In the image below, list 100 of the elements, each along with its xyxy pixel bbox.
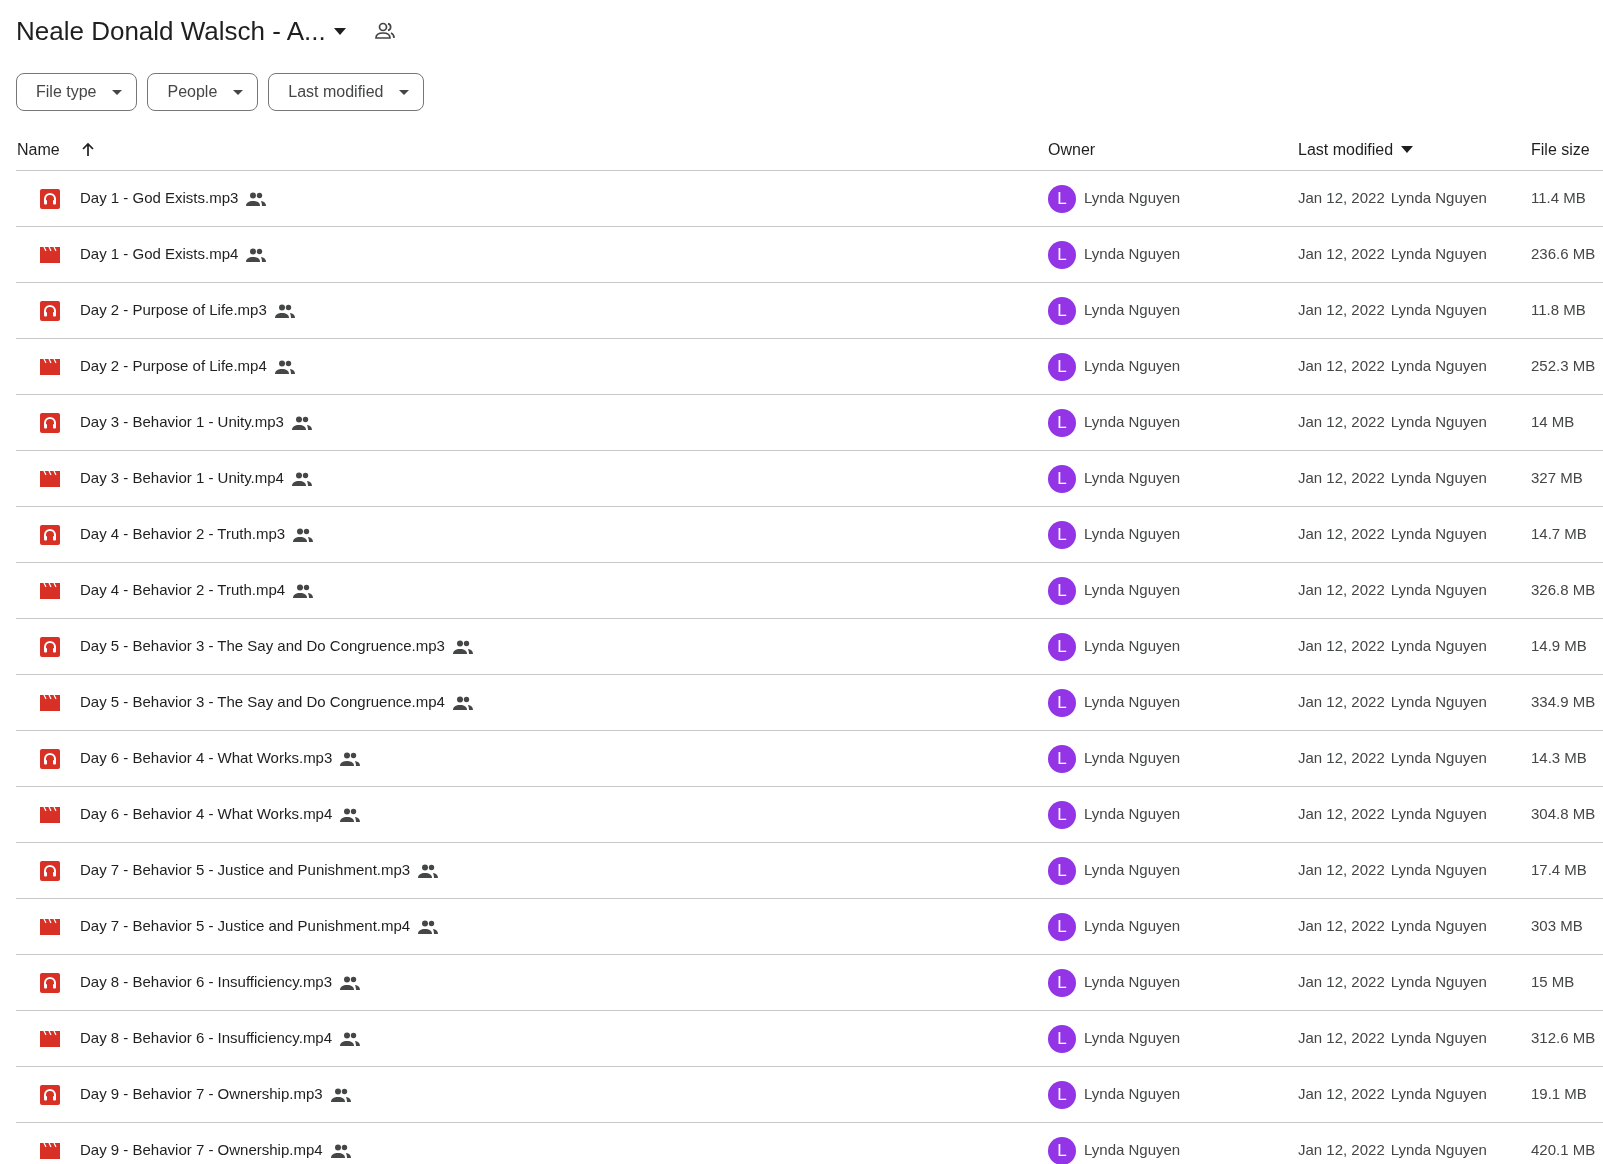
shared-people-icon xyxy=(274,303,295,318)
file-row[interactable]: Day 7 - Behavior 5 - Justice and Punishment.mp3 L Lynda Nguyen Jan 12, 2022 Lynda Nguyen 17.4 MB xyxy=(16,843,1603,899)
column-header[interactable]: File size xyxy=(1531,140,1590,158)
file-size: 252.3 MB xyxy=(1531,356,1596,377)
filter-chip[interactable]: Last modified xyxy=(268,73,425,111)
file-row[interactable]: Day 5 - Behavior 3 - The Say and Do Congruence.mp3 L Lynda Nguyen Jan 12, 2022 Lynda Nguyen 14.9 MB xyxy=(16,619,1603,675)
file-size: 14.3 MB xyxy=(1531,748,1587,769)
owner-name: Lynda Nguyen xyxy=(1084,692,1181,713)
modifier-name: Lynda Nguyen xyxy=(1390,860,1487,881)
shared-people-icon xyxy=(418,919,439,934)
modified-date: Jan 12, 2022 xyxy=(1298,244,1385,265)
modifier-name: Lynda Nguyen xyxy=(1390,1084,1487,1105)
file-name: Day 6 - Behavior 4 - What Works.mp4 xyxy=(80,804,333,825)
avatar: L xyxy=(1048,688,1076,717)
modified-date: Jan 12, 2022 xyxy=(1298,468,1385,489)
file-row[interactable]: Day 3 - Behavior 1 - Unity.mp3 L Lynda Nguyen Jan 12, 2022 Lynda Nguyen 14 MB xyxy=(16,395,1603,451)
avatar: L xyxy=(1048,464,1076,493)
avatar: L xyxy=(1048,1080,1076,1109)
shared-people-icon xyxy=(274,359,295,374)
file-row[interactable]: Day 9 - Behavior 7 - Ownership.mp4 L Lynda Nguyen Jan 12, 2022 Lynda Nguyen 420.1 MB xyxy=(16,1123,1603,1164)
file-row[interactable]: Day 5 - Behavior 3 - The Say and Do Congruence.mp4 L Lynda Nguyen Jan 12, 2022 Lynda Nguyen 334.9 MB xyxy=(16,675,1603,731)
modifier-name: Lynda Nguyen xyxy=(1390,300,1487,321)
shared-people-icon xyxy=(452,695,473,710)
shared-people-icon xyxy=(293,583,314,598)
file-row[interactable]: Day 4 - Behavior 2 - Truth.mp4 L Lynda Nguyen Jan 12, 2022 Lynda Nguyen 326.8 MB xyxy=(16,563,1603,619)
owner-name: Lynda Nguyen xyxy=(1084,580,1181,601)
shared-people-icon xyxy=(293,527,314,542)
avatar: L xyxy=(1048,1024,1076,1053)
modifier-name: Lynda Nguyen xyxy=(1390,692,1487,713)
filter-chip[interactable]: People xyxy=(147,73,259,111)
file-name: Day 8 - Behavior 6 - Insufficiency.mp3 xyxy=(80,972,333,993)
owner-name: Lynda Nguyen xyxy=(1084,188,1181,209)
column-header[interactable]: Last modified xyxy=(1298,137,1394,162)
shared-people-icon xyxy=(291,471,312,486)
modified-date: Jan 12, 2022 xyxy=(1298,692,1385,713)
modifier-name: Lynda Nguyen xyxy=(1390,804,1487,825)
file-row[interactable]: Day 2 - Purpose of Life.mp4 L Lynda Nguyen Jan 12, 2022 Lynda Nguyen 252.3 MB xyxy=(16,339,1603,395)
file-size: 326.8 MB xyxy=(1531,580,1596,601)
file-row[interactable]: Day 6 - Behavior 4 - What Works.mp4 L Lynda Nguyen Jan 12, 2022 Lynda Nguyen 304.8 MB xyxy=(16,787,1603,843)
folder-title-button[interactable]: Neale Donald Walsch - A... xyxy=(16,11,346,51)
shared-people-icon xyxy=(330,1087,351,1102)
owner-name: Lynda Nguyen xyxy=(1084,356,1181,377)
shared-people-icon xyxy=(340,975,361,990)
headphones-file-icon xyxy=(40,300,60,321)
file-name: Day 8 - Behavior 6 - Insufficiency.mp4 xyxy=(80,1028,333,1049)
file-name: Day 3 - Behavior 1 - Unity.mp4 xyxy=(80,468,284,489)
clapperboard-file-icon xyxy=(40,918,60,935)
file-row[interactable]: Day 2 - Purpose of Life.mp3 L Lynda Nguyen Jan 12, 2022 Lynda Nguyen 11.8 MB xyxy=(16,283,1603,339)
owner-name: Lynda Nguyen xyxy=(1084,244,1181,265)
modified-date: Jan 12, 2022 xyxy=(1298,1140,1385,1161)
file-size: 14.7 MB xyxy=(1531,524,1587,545)
avatar: L xyxy=(1048,744,1076,773)
file-row[interactable]: Day 8 - Behavior 6 - Insufficiency.mp3 L Lynda Nguyen Jan 12, 2022 Lynda Nguyen 15 MB xyxy=(16,955,1603,1011)
clapperboard-file-icon xyxy=(40,1030,60,1047)
modified-date: Jan 12, 2022 xyxy=(1298,636,1385,657)
file-size: 19.1 MB xyxy=(1531,1084,1587,1105)
modified-date: Jan 12, 2022 xyxy=(1298,972,1385,993)
headphones-file-icon xyxy=(40,860,60,881)
file-row[interactable]: Day 4 - Behavior 2 - Truth.mp3 L Lynda Nguyen Jan 12, 2022 Lynda Nguyen 14.7 MB xyxy=(16,507,1603,563)
modifier-name: Lynda Nguyen xyxy=(1390,636,1487,657)
headphones-file-icon xyxy=(40,524,60,545)
sort-down-caret-icon[interactable] xyxy=(1401,146,1414,153)
clapperboard-file-icon xyxy=(40,358,60,375)
file-row[interactable]: Day 7 - Behavior 5 - Justice and Punishment.mp4 L Lynda Nguyen Jan 12, 2022 Lynda Nguyen 303 MB xyxy=(16,899,1603,955)
file-row[interactable]: Day 1 - God Exists.mp4 L Lynda Nguyen Jan 12, 2022 Lynda Nguyen 236.6 MB xyxy=(16,227,1603,283)
headphones-file-icon xyxy=(40,748,60,769)
headphones-file-icon xyxy=(40,188,60,209)
file-name: Day 1 - God Exists.mp4 xyxy=(80,244,239,265)
column-header[interactable]: Owner xyxy=(1048,140,1096,158)
filter-chip[interactable]: File type xyxy=(16,73,138,111)
file-name: Day 5 - Behavior 3 - The Say and Do Congruence.mp3 xyxy=(80,636,445,657)
shared-people-icon[interactable] xyxy=(373,21,396,41)
file-row[interactable]: Day 1 - God Exists.mp3 L Lynda Nguyen Jan 12, 2022 Lynda Nguyen 11.4 MB xyxy=(16,171,1603,227)
file-row[interactable]: Day 9 - Behavior 7 - Ownership.mp3 L Lynda Nguyen Jan 12, 2022 Lynda Nguyen 19.1 MB xyxy=(16,1067,1603,1123)
owner-name: Lynda Nguyen xyxy=(1084,412,1181,433)
avatar: L xyxy=(1048,856,1076,885)
caret-down-icon xyxy=(399,89,410,95)
file-size: 17.4 MB xyxy=(1531,860,1587,881)
modifier-name: Lynda Nguyen xyxy=(1390,972,1487,993)
headphones-file-icon xyxy=(40,972,60,993)
owner-name: Lynda Nguyen xyxy=(1084,636,1181,657)
avatar: L xyxy=(1048,408,1076,437)
headphones-file-icon xyxy=(40,412,60,433)
modified-date: Jan 12, 2022 xyxy=(1298,1084,1385,1105)
avatar: L xyxy=(1048,352,1076,381)
file-size: 14.9 MB xyxy=(1531,636,1587,657)
file-size: 236.6 MB xyxy=(1531,244,1596,265)
column-header[interactable]: Name xyxy=(17,137,60,162)
clapperboard-file-icon xyxy=(40,582,60,599)
file-row[interactable]: Day 8 - Behavior 6 - Insufficiency.mp4 L Lynda Nguyen Jan 12, 2022 Lynda Nguyen 312.6 MB xyxy=(16,1011,1603,1067)
clapperboard-file-icon xyxy=(40,694,60,711)
file-row[interactable]: Day 3 - Behavior 1 - Unity.mp4 L Lynda Nguyen Jan 12, 2022 Lynda Nguyen 327 MB xyxy=(16,451,1603,507)
owner-name: Lynda Nguyen xyxy=(1084,860,1181,881)
owner-name: Lynda Nguyen xyxy=(1084,804,1181,825)
file-size: 303 MB xyxy=(1531,916,1583,937)
file-size: 312.6 MB xyxy=(1531,1028,1596,1049)
file-row[interactable]: Day 6 - Behavior 4 - What Works.mp3 L Lynda Nguyen Jan 12, 2022 Lynda Nguyen 14.3 MB xyxy=(16,731,1603,787)
shared-people-icon xyxy=(340,751,361,766)
modified-date: Jan 12, 2022 xyxy=(1298,1028,1385,1049)
modified-date: Jan 12, 2022 xyxy=(1298,188,1385,209)
